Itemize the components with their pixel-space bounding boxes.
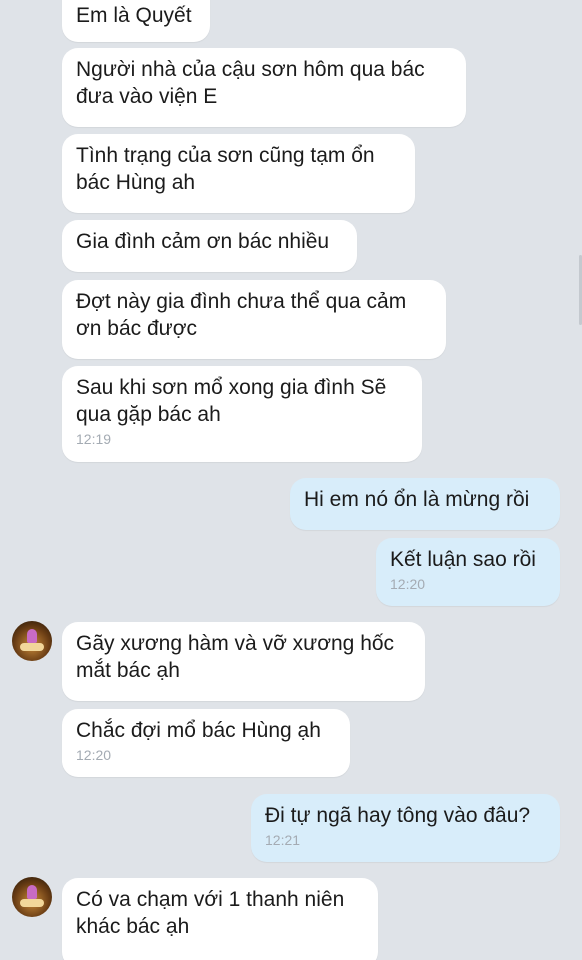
message-text: Người nhà của cậu sơn hôm qua bác đưa và… — [76, 58, 425, 108]
message-text: Sau khi sơn mổ xong gia đình Sẽ qua gặp … — [76, 376, 387, 426]
message-text: Đi tự ngã hay tông vào đâu? — [265, 804, 531, 827]
message-text: Gãy xương hàm và vỡ xương hốc mắt bác ạh — [76, 632, 395, 682]
message-text: Đợt này gia đình chưa thể qua cảm ơn bác… — [76, 290, 407, 340]
avatar-base — [20, 643, 44, 651]
avatar-figure — [27, 885, 37, 899]
message-bubble-incoming[interactable]: Đợt này gia đình chưa thể qua cảm ơn bác… — [62, 280, 446, 359]
message-bubble-incoming[interactable]: Gia đình cảm ơn bác nhiều — [62, 220, 357, 272]
message-bubble-incoming[interactable]: Có va chạm với 1 thanh niên khác bác ạh — [62, 878, 378, 960]
message-bubble-incoming[interactable]: Em là Quyết — [62, 0, 210, 42]
message-text: Có va chạm với 1 thanh niên khác bác ạh — [76, 888, 345, 938]
chat-thread[interactable]: Em là Quyết Người nhà của cậu sơn hôm qu… — [0, 0, 582, 960]
message-bubble-outgoing[interactable]: Đi tự ngã hay tông vào đâu? 12:21 — [251, 794, 560, 862]
message-bubble-incoming[interactable]: Tình trạng của sơn cũng tạm ổn bác Hùng … — [62, 134, 415, 213]
message-text: Hi em nó ổn là mừng rồi — [304, 488, 530, 511]
contact-avatar-icon[interactable] — [12, 877, 52, 917]
message-timestamp: 12:20 — [390, 576, 426, 592]
message-text: Em là Quyết — [76, 4, 192, 27]
avatar-base — [20, 899, 44, 907]
message-text: Chắc đợi mổ bác Hùng ạh — [76, 719, 321, 742]
message-text: Tình trạng của sơn cũng tạm ổn bác Hùng … — [76, 144, 375, 194]
message-bubble-incoming[interactable]: Sau khi sơn mổ xong gia đình Sẽ qua gặp … — [62, 366, 422, 462]
message-text: Kết luận sao rồi — [390, 548, 536, 571]
avatar-figure — [27, 629, 37, 643]
message-bubble-incoming[interactable]: Gãy xương hàm và vỡ xương hốc mắt bác ạh — [62, 622, 425, 701]
message-bubble-outgoing[interactable]: Hi em nó ổn là mừng rồi — [290, 478, 560, 530]
message-bubble-incoming[interactable]: Chắc đợi mổ bác Hùng ạh 12:20 — [62, 709, 350, 777]
message-bubble-incoming[interactable]: Người nhà của cậu sơn hôm qua bác đưa và… — [62, 48, 466, 127]
message-text: Gia đình cảm ơn bác nhiều — [76, 230, 330, 253]
message-timestamp: 12:19 — [76, 431, 112, 447]
message-bubble-outgoing[interactable]: Kết luận sao rồi 12:20 — [376, 538, 560, 606]
message-timestamp: 12:21 — [265, 832, 301, 848]
message-timestamp: 12:20 — [76, 747, 112, 763]
contact-avatar-icon[interactable] — [12, 621, 52, 661]
